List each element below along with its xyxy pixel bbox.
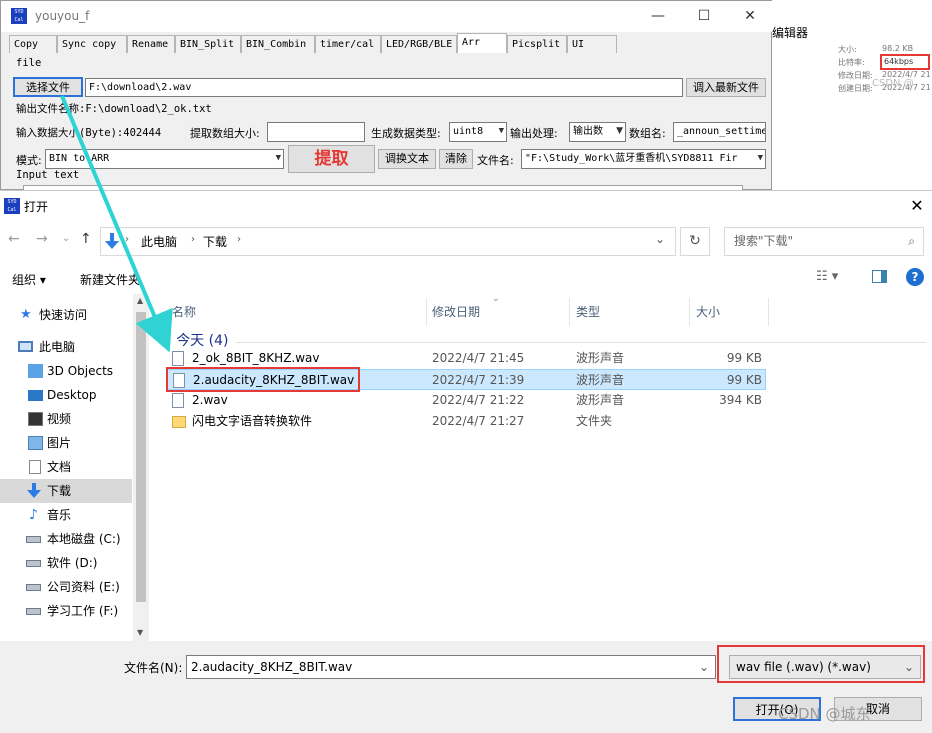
annotation-arrow-icon: [60, 95, 173, 353]
csdn-watermark: CSDN @城东: [778, 705, 871, 723]
